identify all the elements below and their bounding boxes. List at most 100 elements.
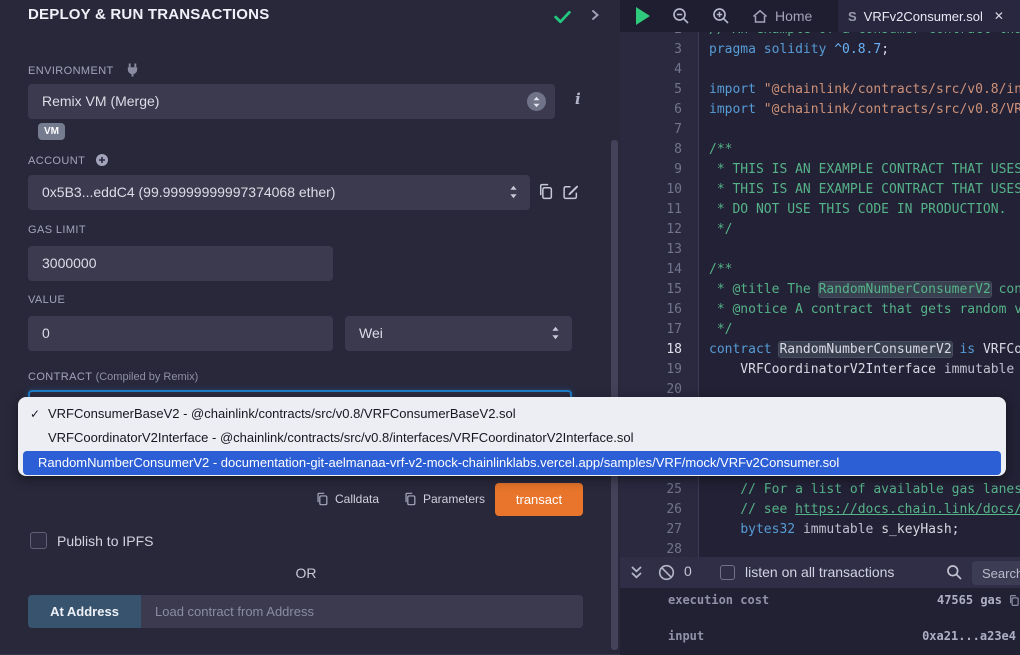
dropdown-option-label: VRFConsumerBaseV2 - @chainlink/contracts…	[48, 406, 516, 421]
code-line: 19 VRFCoordinatorV2Interface immutable C…	[620, 360, 1020, 380]
zoom-in-icon[interactable]	[712, 7, 730, 25]
line-number: 25	[620, 480, 698, 500]
code-line: 7	[620, 120, 1020, 140]
clear-console-icon[interactable]	[658, 564, 675, 581]
code-line: 26 // see https://docs.chain.link/docs/v…	[620, 500, 1020, 520]
publish-ipfs-checkbox[interactable]	[30, 532, 47, 549]
terminal-value: 47565 gas	[937, 593, 1020, 607]
line-number: 8	[620, 140, 698, 160]
line-number: 28	[620, 540, 698, 557]
zoom-out-icon[interactable]	[672, 7, 690, 25]
run-script-icon[interactable]	[636, 7, 650, 25]
deploy-run-panel: DEPLOY & RUN TRANSACTIONS ENVIRONMENT Re…	[0, 0, 622, 655]
line-number: 17	[620, 320, 698, 340]
value-unit-select[interactable]: Wei	[345, 316, 572, 351]
gas-limit-input[interactable]	[28, 246, 333, 281]
code-line: 13	[620, 240, 1020, 260]
code-line: 3pragma solidity ^0.8.7;	[620, 40, 1020, 60]
code-line: 10 * THIS IS AN EXAMPLE CONTRACT THAT US…	[620, 180, 1020, 200]
code-area[interactable]: 2// An example of a consumer contract th…	[620, 32, 1020, 557]
line-number: 27	[620, 520, 698, 540]
contract-sublabel: (Compiled by Remix)	[96, 371, 199, 383]
value-input[interactable]	[28, 316, 333, 351]
listen-all-checkbox[interactable]	[720, 565, 735, 580]
line-number: 5	[620, 80, 698, 100]
line-number: 3	[620, 40, 698, 60]
parameters-button[interactable]: Parameters	[403, 492, 485, 506]
vm-badge: VM	[38, 123, 65, 140]
close-tab-icon[interactable]: ✕	[994, 9, 1004, 23]
line-number: 4	[620, 60, 698, 80]
copy-account-icon[interactable]	[537, 183, 554, 200]
line-number: 26	[620, 500, 698, 520]
terminal-row: execution cost 47565 gas	[620, 592, 1020, 608]
code-line: 14/**	[620, 260, 1020, 280]
tab-home-label: Home	[775, 8, 812, 24]
dropdown-option[interactable]: RandomNumberConsumerV2 - documentation-g…	[23, 451, 1001, 475]
code-line: 25 // For a list of available gas lanes …	[620, 480, 1020, 500]
add-account-icon[interactable]	[95, 153, 109, 167]
code-line: 15 * @title The RandomNumberConsumerV2 c…	[620, 280, 1020, 300]
contract-label: CONTRACT (Compiled by Remix)	[28, 371, 198, 383]
tab-vrfv2consumer[interactable]: S VRFv2Consumer.sol ✕	[838, 0, 1020, 32]
terminal-search-input[interactable]	[972, 561, 1020, 585]
terminal-row: input0xa21...a23e4	[620, 628, 1020, 644]
account-select[interactable]: 0x5B3...eddC4 (99.99999999997374068 ethe…	[28, 175, 530, 210]
select-arrows-icon	[527, 92, 546, 111]
copy-icon[interactable]	[1008, 594, 1020, 607]
edit-account-icon[interactable]	[562, 183, 579, 200]
environment-info-icon[interactable]: i	[575, 90, 581, 108]
code-line: 11 * DO NOT USE THIS CODE IN PRODUCTION.	[620, 200, 1020, 220]
at-address-input[interactable]	[141, 595, 583, 628]
terminal-key: execution cost	[620, 593, 769, 607]
terminal-bar: 0 listen on all transactions	[620, 557, 1020, 588]
line-number: 11	[620, 200, 698, 220]
line-number: 12	[620, 220, 698, 240]
transact-button[interactable]: transact	[495, 483, 583, 516]
environment-select[interactable]: Remix VM (Merge)	[28, 84, 555, 119]
expand-terminal-icon[interactable]	[630, 566, 643, 580]
line-number: 14	[620, 260, 698, 280]
terminal-key: input	[620, 629, 704, 643]
solidity-icon: S	[848, 9, 857, 24]
code-line: 5import "@chainlink/contracts/src/v0.8/i…	[620, 80, 1020, 100]
calldata-button[interactable]: Calldata	[315, 492, 379, 506]
select-arrows-icon	[551, 325, 560, 341]
line-number: 19	[620, 360, 698, 380]
tab-home[interactable]: Home	[738, 0, 826, 32]
panel-scrollbar[interactable]	[611, 140, 618, 650]
check-icon: ✓	[30, 402, 40, 426]
line-number: 6	[620, 100, 698, 120]
dropdown-option[interactable]: VRFCoordinatorV2Interface - @chainlink/c…	[18, 426, 1006, 450]
line-number: 9	[620, 160, 698, 180]
account-label: ACCOUNT	[28, 153, 109, 167]
line-number: 10	[620, 180, 698, 200]
deploy-actions-row: Calldata Parameters transact	[0, 483, 583, 516]
line-number: 7	[620, 120, 698, 140]
dropdown-option[interactable]: ✓ VRFConsumerBaseV2 - @chainlink/contract…	[18, 402, 1006, 426]
code-line: 12 */	[620, 220, 1020, 240]
code-line: 4	[620, 60, 1020, 80]
select-arrows-icon	[509, 184, 518, 200]
transaction-count: 0	[684, 563, 692, 579]
collapse-panel-icon[interactable]	[588, 8, 602, 22]
line-number: 18	[620, 340, 698, 360]
plug-icon	[125, 62, 140, 78]
tab-active-label: VRFv2Consumer.sol	[864, 9, 983, 24]
contract-dropdown: ✓ VRFConsumerBaseV2 - @chainlink/contract…	[18, 397, 1006, 476]
code-line: 8/**	[620, 140, 1020, 160]
value-unit: Wei	[359, 325, 383, 341]
code-line: 6import "@chainlink/contracts/src/v0.8/V…	[620, 100, 1020, 120]
at-address-button[interactable]: At Address	[28, 595, 141, 628]
line-number: 2	[620, 32, 698, 40]
code-line: 18contract RandomNumberConsumerV2 is VRF…	[620, 340, 1020, 360]
panel-title: DEPLOY & RUN TRANSACTIONS	[28, 6, 269, 23]
line-number: 16	[620, 300, 698, 320]
copy-icon	[315, 492, 329, 506]
line-number: 15	[620, 280, 698, 300]
code-line: 27 bytes32 immutable s_keyHash;	[620, 520, 1020, 540]
environment-value: Remix VM (Merge)	[42, 93, 159, 109]
home-icon	[752, 9, 768, 24]
search-icon	[946, 564, 962, 580]
terminal-output: execution cost 47565 gas input0xa21...a23e…	[620, 588, 1020, 655]
